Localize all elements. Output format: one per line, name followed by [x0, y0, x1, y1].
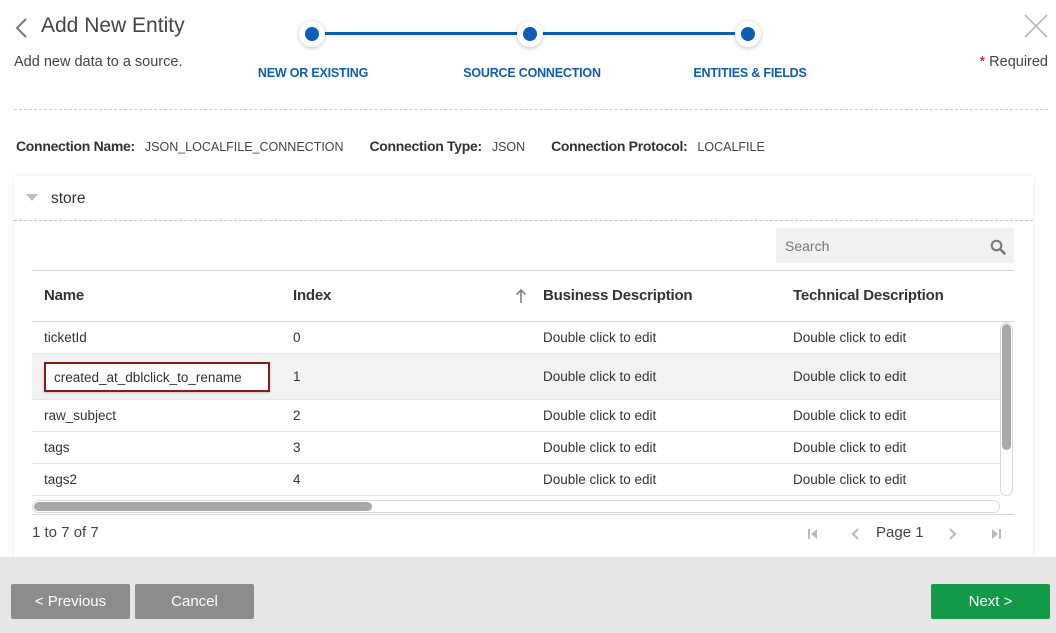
page-label: Page: [876, 524, 912, 541]
required-label: Required: [989, 54, 1048, 70]
search-icon[interactable]: [990, 239, 1006, 255]
close-icon[interactable]: [1022, 12, 1050, 40]
cell-business-description[interactable]: Double click to edit: [543, 440, 656, 455]
cell-name[interactable]: tags2: [44, 472, 77, 487]
search-box: [776, 228, 1014, 263]
next-page-icon[interactable]: [945, 527, 959, 541]
wizard-header: Add New Entity Add new data to a source.…: [0, 0, 1056, 110]
table-row[interactable]: raw_subject 2 Double click to edit Doubl…: [32, 400, 1000, 432]
previous-page-icon[interactable]: [849, 527, 863, 541]
page-title: Add New Entity: [41, 14, 185, 37]
table-header: Name Index Business Description Technica…: [32, 270, 1014, 322]
cell-name[interactable]: tags: [44, 440, 70, 455]
cancel-button[interactable]: Cancel: [135, 584, 254, 619]
first-page-icon[interactable]: [806, 527, 820, 541]
required-legend: * Required: [980, 54, 1049, 70]
column-header-index[interactable]: Index: [293, 287, 331, 304]
cell-technical-description[interactable]: Double click to edit: [793, 472, 906, 487]
step-1-label[interactable]: NEW OR EXISTING: [258, 66, 368, 80]
wizard-footer: < Previous Cancel Next >: [0, 557, 1056, 633]
cell-technical-description[interactable]: Double click to edit: [793, 330, 906, 345]
row-count-summary: 1 to 7 of 7: [32, 524, 99, 541]
step-3-label[interactable]: ENTITIES & FIELDS: [693, 66, 806, 80]
connection-type-value: JSON: [491, 140, 526, 154]
connection-name-value: JSON_LOCALFILE_CONNECTION: [144, 140, 344, 154]
cell-index: 3: [293, 440, 301, 455]
cell-index: 0: [293, 330, 301, 345]
entity-name: store: [51, 190, 86, 207]
cell-index: 4: [293, 472, 301, 487]
page-indicator: Page 1: [876, 524, 924, 541]
table-row[interactable]: tags2 4 Double click to edit Double clic…: [32, 464, 1000, 496]
back-chevron-icon[interactable]: [12, 16, 32, 40]
connection-protocol-value: LOCALFILE: [697, 140, 765, 154]
cell-name[interactable]: ticketId: [44, 330, 87, 345]
table-footer-divider: [32, 514, 1014, 515]
previous-button[interactable]: < Previous: [11, 584, 130, 619]
cell-business-description[interactable]: Double click to edit: [543, 330, 656, 345]
cell-business-description[interactable]: Double click to edit: [543, 472, 656, 487]
page-number: 1: [915, 524, 924, 541]
step-3-dot[interactable]: [735, 21, 761, 47]
cell-business-description[interactable]: Double click to edit: [543, 408, 656, 423]
next-button[interactable]: Next >: [931, 584, 1050, 619]
cell-business-description[interactable]: Double click to edit: [543, 369, 656, 384]
horizontal-scrollbar-thumb[interactable]: [34, 502, 372, 511]
cell-technical-description[interactable]: Double click to edit: [793, 369, 906, 384]
connection-info: Connection Name: JSON_LOCALFILE_CONNECTIO…: [16, 138, 787, 154]
required-asterisk: *: [979, 54, 986, 70]
column-header-business-description[interactable]: Business Description: [543, 287, 693, 304]
header-divider: [14, 109, 1048, 110]
cell-technical-description[interactable]: Double click to edit: [793, 440, 906, 455]
vertical-scrollbar-thumb[interactable]: [1002, 324, 1011, 450]
connection-protocol-label: Connection Protocol:: [551, 138, 688, 154]
entity-panel-header[interactable]: store: [14, 176, 1033, 221]
vertical-scrollbar[interactable]: [1000, 322, 1013, 496]
rename-field-input[interactable]: [44, 362, 270, 392]
table-row[interactable]: ticketId 0 Double click to edit Double c…: [32, 322, 1000, 354]
collapse-caret-icon[interactable]: [26, 194, 38, 201]
last-page-icon[interactable]: [989, 527, 1003, 541]
search-input[interactable]: [776, 228, 976, 263]
cell-index: 2: [293, 408, 301, 423]
column-header-name[interactable]: Name: [44, 287, 84, 304]
sort-ascending-icon[interactable]: [515, 288, 527, 304]
horizontal-scrollbar[interactable]: [32, 500, 1000, 513]
cell-name[interactable]: raw_subject: [44, 408, 116, 423]
cell-technical-description[interactable]: Double click to edit: [793, 408, 906, 423]
connection-name-label: Connection Name:: [16, 138, 135, 154]
step-1-dot[interactable]: [299, 21, 325, 47]
table-row-selected[interactable]: 1 Double click to edit Double click to e…: [32, 354, 1000, 400]
entity-panel: store Name Index Business Description Te…: [14, 176, 1033, 557]
cell-index: 1: [293, 369, 301, 384]
column-header-technical-description[interactable]: Technical Description: [793, 287, 944, 304]
step-2-dot[interactable]: [517, 21, 543, 47]
connection-type-label: Connection Type:: [369, 138, 482, 154]
page-subtitle: Add new data to a source.: [14, 54, 183, 70]
step-2-label[interactable]: SOURCE CONNECTION: [463, 66, 601, 80]
table-row[interactable]: tags 3 Double click to edit Double click…: [32, 432, 1000, 464]
